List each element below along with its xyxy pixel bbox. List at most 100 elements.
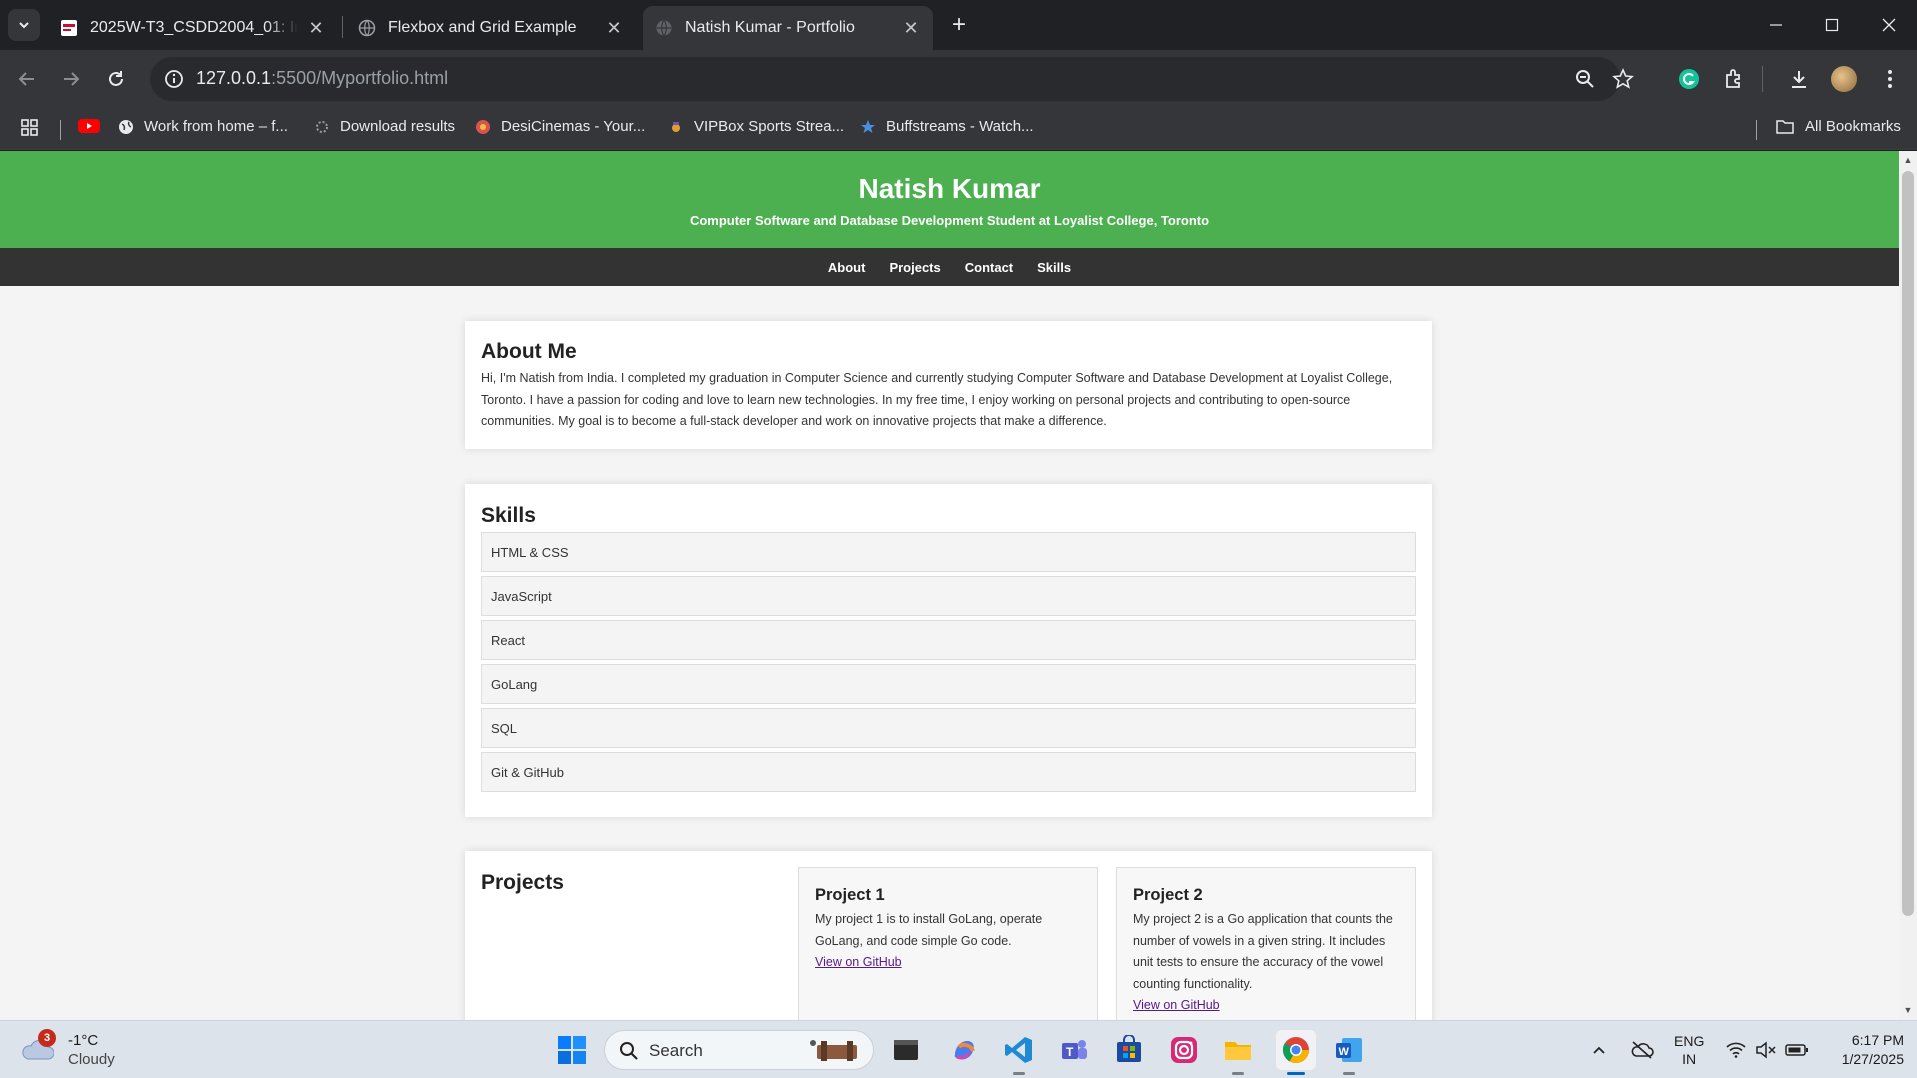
github-link[interactable]: View on GitHub [815,952,902,973]
site-nav: About Projects Contact Skills [0,248,1899,286]
github-link[interactable]: View on GitHub [1133,995,1220,1016]
chrome-icon [1282,1037,1310,1064]
network-button[interactable] [1726,1021,1746,1078]
tab-flexbox[interactable]: Flexbox and Grid Example ✕ [346,6,636,50]
forward-button[interactable] [56,64,86,94]
terminal-icon [894,1040,918,1060]
projects-section: Projects Project 1 My project 1 is to in… [465,851,1432,1020]
running-indicator [1013,1072,1025,1075]
arrow-right-icon [64,72,80,86]
bookmark-star-icon[interactable] [1612,68,1634,90]
bookmark-desicinemas[interactable]: DesiCinemas - Your... [475,118,645,135]
grammarly-extension-button[interactable] [1675,65,1703,93]
globe-icon [656,20,672,36]
bookmark-download-results[interactable]: Download results [314,118,455,135]
clock[interactable]: 6:17 PM 1/27/2025 [1826,1031,1904,1069]
apps-grid-icon [21,119,38,136]
extensions-button[interactable] [1720,65,1748,93]
search-highlight-icon [810,1040,857,1061]
language-code: ENG [1674,1033,1705,1049]
scroll-up-arrow-icon[interactable]: ▲ [1903,155,1913,165]
downloads-button[interactable] [1785,65,1813,93]
taskbar-app-instagram[interactable] [1166,1032,1202,1068]
scrollbar-thumb[interactable] [1902,171,1914,916]
close-window-button[interactable] [1861,0,1917,50]
profile-button[interactable] [1830,65,1858,93]
taskbar-app-copilot[interactable] [946,1032,982,1068]
volume-button[interactable] [1755,1021,1777,1078]
download-site-icon [316,120,328,133]
tab-strip: 2025W-T3_CSDD2004_01: In-cla ✕ Flexbox a… [0,0,1917,50]
project-description: My project 2 is a Go application that co… [1133,912,1393,991]
minimize-button[interactable] [1748,0,1804,50]
grammarly-icon [1679,69,1699,89]
project-title: Project 2 [1133,886,1203,904]
close-tab-icon[interactable]: ✕ [306,18,326,38]
bookmark-vipbox[interactable]: VIPBox Sports Strea... [668,118,844,135]
wifi-icon [1726,1042,1746,1058]
tab-search-button[interactable] [8,9,40,41]
page-scrollbar[interactable]: ▲ ▼ [1899,151,1917,1020]
bookmark-label: Work from home – f... [144,118,288,135]
close-tab-icon[interactable]: ✕ [604,18,624,38]
show-hidden-icons-button[interactable] [1591,1021,1607,1078]
language-indicator[interactable]: ENG IN [1674,1021,1704,1078]
back-button[interactable] [12,64,42,94]
download-icon [1792,71,1806,88]
windows-logo-icon [558,1036,586,1064]
nav-link-projects[interactable]: Projects [877,260,952,275]
chrome-menu-button[interactable] [1876,65,1904,93]
url-text[interactable]: 127.0.0.1:5500/Myportfolio.html [196,68,448,89]
nav-link-contact[interactable]: Contact [953,260,1025,275]
new-tab-button[interactable]: + [944,10,974,40]
taskbar-app-terminal[interactable] [888,1032,924,1068]
about-text: Hi, I'm Natish from India. I completed m… [481,371,1393,428]
course-favicon-icon [61,20,77,36]
taskbar-app-file-explorer[interactable] [1220,1032,1256,1075]
project-description: My project 1 is to install GoLang, opera… [815,912,1043,948]
close-tab-icon[interactable]: ✕ [901,18,921,38]
sports-icon [672,121,680,132]
tab-portfolio[interactable]: Natish Kumar - Portfolio ✕ [643,6,933,50]
taskbar-app-teams[interactable]: T [1056,1032,1092,1068]
search-icon [620,1042,638,1060]
taskbar-app-store[interactable] [1111,1032,1147,1068]
word-icon: W [1336,1038,1362,1062]
battery-button[interactable] [1785,1021,1809,1078]
skills-heading: Skills [481,504,536,527]
minimize-icon [1770,24,1782,26]
tab-course[interactable]: 2025W-T3_CSDD2004_01: In-cla ✕ [48,6,338,50]
avatar [1831,66,1857,92]
reload-button[interactable] [101,64,131,94]
maximize-icon [1825,18,1839,32]
site-info-icon[interactable] [164,69,184,89]
taskbar-search[interactable]: Search [604,1030,874,1070]
bookmark-label: Buffstreams - Watch... [886,118,1034,135]
taskbar-app-chrome[interactable] [1276,1030,1316,1075]
apps-button[interactable] [20,118,40,138]
copilot-icon [954,1041,975,1060]
bookmark-youtube[interactable] [78,118,100,134]
svg-text:W: W [1339,1046,1350,1058]
all-bookmarks-button[interactable]: All Bookmarks [1775,118,1901,135]
globe-icon [358,19,376,37]
bookmark-label: DesiCinemas - Your... [501,118,646,135]
all-bookmarks-label: All Bookmarks [1805,118,1901,135]
scroll-down-arrow-icon[interactable]: ▼ [1903,1005,1913,1015]
bookmark-buffstreams[interactable]: Buffstreams - Watch... [860,118,1034,135]
taskbar-app-vscode[interactable] [1001,1032,1037,1075]
maximize-button[interactable] [1804,0,1860,50]
skill-item: React [481,620,1416,660]
tab-title: Natish Kumar - Portfolio [685,19,855,36]
onedrive-button[interactable] [1630,1021,1654,1078]
weather-widget[interactable]: 3 -1°C Cloudy [20,1029,115,1069]
start-button[interactable] [554,1032,590,1068]
nav-link-about[interactable]: About [816,260,878,275]
taskbar-app-word[interactable]: W [1331,1032,1367,1075]
weather-temp: -1°C [68,1032,99,1049]
address-bar[interactable]: 127.0.0.1:5500/Myportfolio.html [150,57,1634,101]
zoom-icon[interactable] [1574,68,1596,90]
cloud-offline-icon [1631,1041,1654,1059]
bookmark-work-from-home[interactable]: Work from home – f... [118,118,288,135]
nav-link-skills[interactable]: Skills [1025,260,1083,275]
